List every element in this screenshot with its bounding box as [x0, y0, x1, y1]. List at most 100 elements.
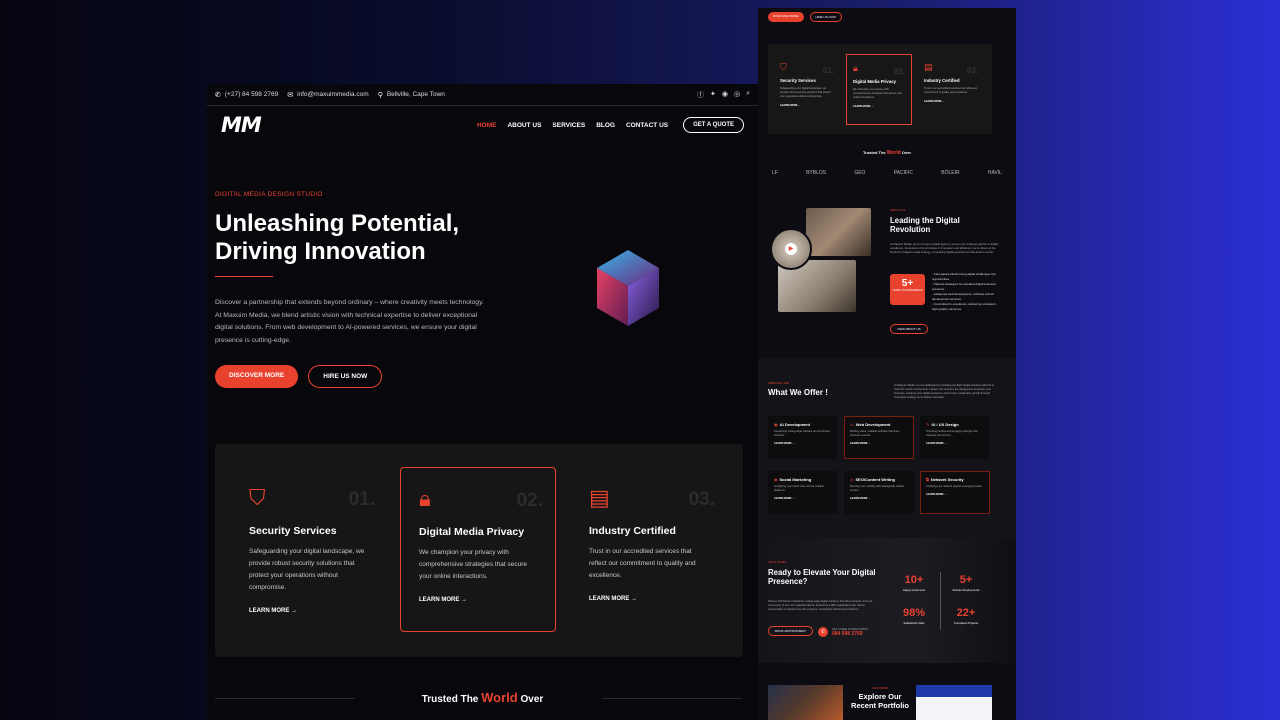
- nav-about[interactable]: ABOUT US: [507, 122, 541, 129]
- portfolio-title: Explore Our Recent Portfolio: [851, 692, 909, 710]
- service-title: Social Marketing: [779, 477, 812, 482]
- portfolio-thumbnail[interactable]: [916, 685, 992, 720]
- about-bullets: Fast-paced transforming digital challeng…: [932, 272, 1002, 312]
- learn-more-link[interactable]: LEARN MORE →: [419, 597, 537, 603]
- hero-buttons: DISCOVER MORE HIRE US NOW: [215, 365, 515, 388]
- play-icon[interactable]: ▶: [785, 243, 797, 255]
- facebook-icon[interactable]: ⓕ: [697, 90, 704, 100]
- service-desc: Boosting your visibility with strategica…: [850, 485, 904, 492]
- phone-text[interactable]: (+27) 84 598 2769: [225, 91, 278, 98]
- stat-label: Completed Projects: [953, 621, 979, 625]
- top-info-bar: ✆ (+27) 84 598 2769 ✉ info@maxuimmedia.com…: [207, 84, 758, 106]
- learn-more-link[interactable]: LEARN MORE →: [780, 104, 834, 107]
- email-info: ✉ info@maxuimmedia.com: [287, 91, 369, 99]
- desktop-preview: ✆ (+27) 84 598 2769 ✉ info@maxuimmedia.com…: [207, 84, 758, 720]
- client-logo: GEO: [854, 170, 866, 176]
- hero-title-line2: Driving Innovation: [215, 238, 426, 265]
- hero-eyebrow: DIGITAL MEDIA DESIGN STUDIO: [215, 191, 323, 198]
- feature-card-certified: ▤ 03. Industry Certified Trust in our ac…: [918, 54, 984, 125]
- feature-number: 02.: [516, 490, 543, 511]
- trusted-word: World: [481, 690, 518, 705]
- feature-desc: Safeguarding your digital landscape, we …: [780, 87, 831, 98]
- service-card-network: ⧉ Network Security Fortifying your networ…: [920, 471, 990, 514]
- cta-phone-text: GET A FREE CONSULTATION 084 598 2769: [832, 628, 868, 637]
- portfolio-thumbnail[interactable]: [768, 685, 843, 720]
- network-icon: ⧉: [926, 477, 929, 482]
- service-desc: Building sleek, scalable websites that d…: [850, 430, 900, 437]
- bullet-item: Fast-paced transforming digital challeng…: [932, 272, 1002, 282]
- about-eyebrow: ABOUT US: [890, 208, 906, 212]
- learn-more-link[interactable]: LEARN MORE →: [774, 497, 832, 500]
- discover-more-button[interactable]: DISCOVER MORE: [768, 12, 804, 22]
- glass-cube-graphic: [597, 250, 659, 326]
- learn-more-link[interactable]: LEARN MORE →: [774, 442, 832, 445]
- service-card-seo: ◎ SEO/Content Writing Boosting your visib…: [844, 471, 914, 514]
- divider-line: [602, 698, 742, 699]
- mail-icon: ✉: [287, 91, 294, 99]
- learn-more-link[interactable]: LEARN MORE →: [589, 596, 709, 602]
- email-text[interactable]: info@maxuimmedia.com: [297, 91, 369, 98]
- pen-icon: ✎: [926, 422, 930, 427]
- learn-more-link[interactable]: LEARN MORE →: [926, 442, 984, 445]
- feature-card-security: ⛉ 01. Security Services Safeguarding you…: [774, 54, 840, 125]
- feature-title: Industry Certified: [589, 525, 676, 537]
- hire-us-button[interactable]: HIRE US NOW: [809, 12, 842, 22]
- stat-label: Solution Deployments: [952, 588, 980, 592]
- twitter-icon[interactable]: ✦: [710, 90, 716, 100]
- feature-number: 03.: [688, 489, 715, 510]
- learn-more-link[interactable]: LEARN MORE →: [850, 442, 908, 445]
- stat-item: 98% Satisfaction Rate: [894, 607, 934, 625]
- stat-value: 10+: [904, 574, 924, 586]
- service-title: UI / UX Design: [931, 422, 959, 427]
- badge-label: YEARS OF EXPERIENCE: [892, 289, 923, 292]
- about-desc: At Maxuim Media, we're not just a digita…: [890, 242, 998, 255]
- bullet-item: Committed to excellence, delivering cons…: [932, 302, 1002, 312]
- learn-more-link[interactable]: LEARN MORE →: [924, 100, 978, 103]
- stat-value: 22+: [956, 607, 976, 619]
- learn-more-link[interactable]: LEARN MORE →: [926, 493, 984, 496]
- about-images: ▶: [770, 208, 874, 313]
- feature-desc: We champion your privacy with comprehens…: [419, 549, 528, 580]
- get-quote-button[interactable]: GET A QUOTE: [683, 117, 744, 133]
- phone-number[interactable]: 084 598 2769: [832, 631, 868, 637]
- service-title: Network Security: [930, 477, 964, 482]
- client-logo: BÖLEIR: [941, 170, 960, 176]
- client-logo: BYBLOS: [806, 170, 827, 176]
- nav-services[interactable]: SERVICES: [552, 122, 585, 129]
- learn-more-link[interactable]: LEARN MORE →: [853, 105, 905, 108]
- learn-more-link[interactable]: LEARN MORE →: [850, 497, 908, 500]
- cta-title: Ready to Elevate Your Digital Presence?: [768, 568, 876, 586]
- logo-text: MM: [221, 113, 262, 137]
- location-info: ⚲ Bellville, Cape Town: [378, 91, 445, 99]
- nav-contact[interactable]: CONTACT US: [626, 122, 668, 129]
- service-card-uiux: ✎ UI / UX Design Providing intuitive and …: [920, 416, 990, 459]
- discover-more-button[interactable]: DISCOVER MORE: [215, 365, 299, 388]
- search-icon[interactable]: ⌕: [746, 90, 750, 100]
- social-links: ⓕ ✦ ◉ ◎ ⌕: [697, 90, 750, 100]
- feature-desc: Trust in our accredited services that re…: [589, 548, 696, 579]
- preview-features: ⛉ 01. Security Services Safeguarding you…: [768, 44, 992, 134]
- service-desc: Fortifying your network against emerging…: [926, 485, 983, 488]
- ai-icon: ▣: [774, 422, 778, 427]
- services-eyebrow: SERVICES WE: [768, 381, 789, 385]
- full-page-preview: DISCOVER MORE HIRE US NOW ⛉ 01. Security…: [758, 8, 1016, 720]
- service-title: SEO/Content Writing: [855, 477, 895, 482]
- learn-more-link[interactable]: LEARN MORE →: [249, 608, 369, 614]
- trusted-post: Over: [517, 694, 544, 705]
- book-appointment-button[interactable]: BOOK APPOINTMENT: [768, 626, 814, 636]
- nav-blog[interactable]: BLOG: [596, 122, 615, 129]
- feature-card-certified: ▤ 03. Industry Certified Trust in our ac…: [571, 467, 727, 632]
- portfolio-eyebrow: OUR WORK: [871, 686, 889, 690]
- instagram-icon[interactable]: ◎: [734, 90, 740, 100]
- nav-links: HOME ABOUT US SERVICES BLOG CONTACT US G…: [477, 117, 744, 133]
- trusted-pre: Trusted The: [421, 694, 482, 705]
- team-photo: [806, 208, 871, 256]
- hire-us-button[interactable]: HIRE US NOW: [308, 365, 383, 388]
- stat-label: Happy Customers: [902, 588, 926, 592]
- logo[interactable]: MM: [221, 113, 262, 137]
- whatsapp-icon[interactable]: ◉: [722, 90, 728, 100]
- nav-home[interactable]: HOME: [477, 122, 497, 129]
- trusted-heading: Trusted The World Over: [758, 150, 1016, 156]
- service-title: Web Development: [855, 422, 891, 427]
- view-about-button[interactable]: VIEW ABOUT US: [890, 324, 928, 334]
